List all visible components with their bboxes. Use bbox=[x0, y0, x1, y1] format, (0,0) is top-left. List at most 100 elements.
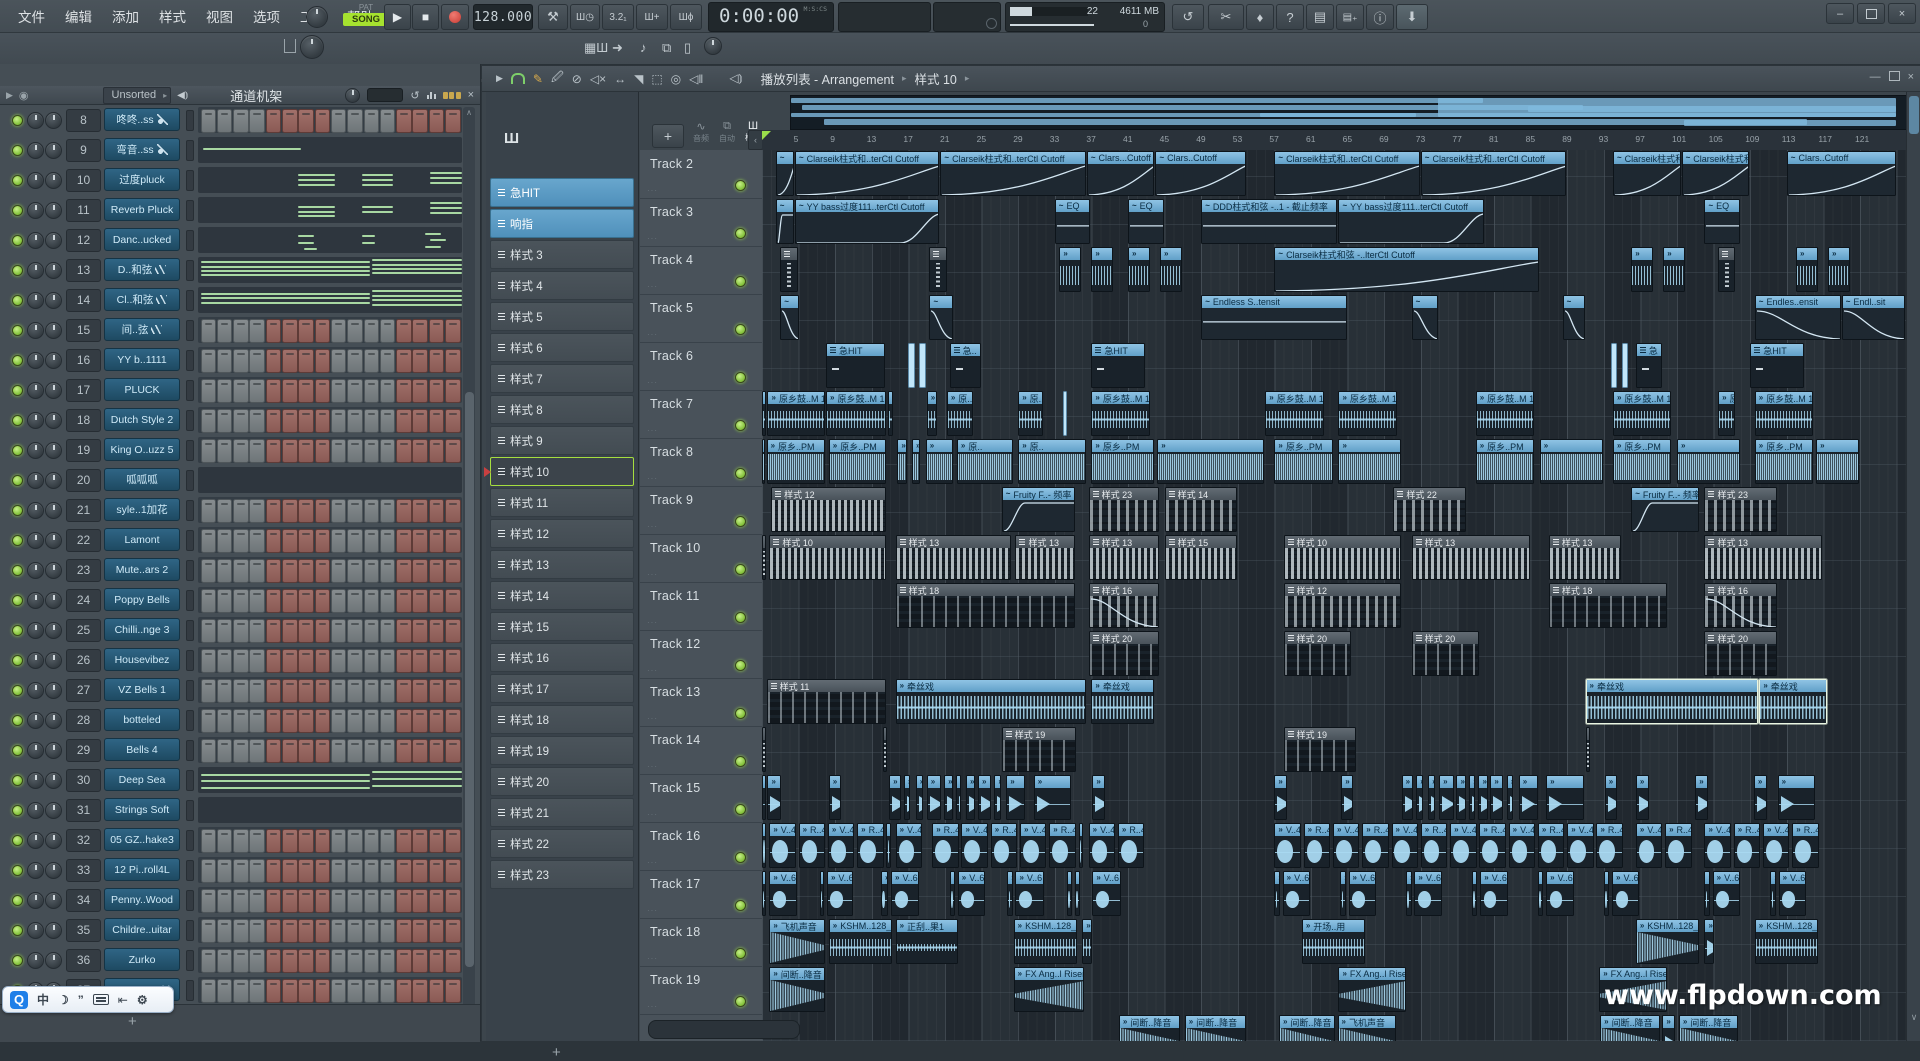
pattern-list-item[interactable]: 样式 6 bbox=[490, 333, 634, 362]
step-cell[interactable] bbox=[249, 439, 265, 463]
step-cell[interactable] bbox=[217, 409, 233, 433]
playlist-clip[interactable]: » bbox=[1067, 871, 1072, 916]
step-cell[interactable] bbox=[364, 619, 380, 643]
playlist-clip[interactable]: » bbox=[1770, 871, 1775, 916]
step-cell[interactable] bbox=[396, 829, 412, 853]
step-cell[interactable] bbox=[429, 709, 445, 733]
step-cell[interactable] bbox=[380, 619, 396, 643]
step-cell[interactable] bbox=[412, 889, 428, 913]
playlist-clip[interactable]: »V..4 bbox=[1089, 823, 1115, 868]
rack-play-icon[interactable]: ▶ bbox=[6, 90, 13, 101]
channel-mute-led[interactable] bbox=[12, 445, 23, 456]
render-icon[interactable]: ▤₊ bbox=[1336, 4, 1364, 30]
step-sequencer-area[interactable] bbox=[198, 977, 462, 1003]
channel-pan-knob[interactable] bbox=[27, 712, 44, 729]
channel-pan-knob[interactable] bbox=[27, 172, 44, 189]
step-cell[interactable] bbox=[331, 409, 347, 433]
rack-scrollbar[interactable]: ∧ bbox=[463, 107, 475, 1040]
track-options-dots[interactable]: ··· bbox=[647, 330, 658, 339]
step-cell[interactable] bbox=[331, 349, 347, 373]
ime-logo[interactable]: Q bbox=[10, 991, 28, 1009]
playlist-clip[interactable]: »V..4 bbox=[1020, 823, 1046, 868]
playlist-clip[interactable] bbox=[919, 343, 925, 388]
channel-pan-knob[interactable] bbox=[27, 802, 44, 819]
playlist-clip[interactable]: »R..4 bbox=[1665, 823, 1691, 868]
step-cell[interactable] bbox=[412, 619, 428, 643]
channel-mute-led[interactable] bbox=[12, 895, 23, 906]
step-cell[interactable] bbox=[331, 439, 347, 463]
step-sequencer-area[interactable] bbox=[198, 257, 462, 283]
playlist-clip[interactable]: »R..4 bbox=[1118, 823, 1144, 868]
step-cell[interactable] bbox=[429, 589, 445, 613]
track-options-dots[interactable]: ··· bbox=[647, 1002, 658, 1011]
step-cell[interactable] bbox=[266, 379, 282, 403]
track-header[interactable]: Track 3··· bbox=[640, 198, 762, 247]
step-cell[interactable] bbox=[396, 439, 412, 463]
step-cell[interactable] bbox=[266, 829, 282, 853]
channel-button[interactable]: 弯音..ss bbox=[104, 138, 180, 161]
channel-number[interactable]: 23 bbox=[66, 559, 101, 582]
playlist-clip[interactable]: » bbox=[1816, 439, 1859, 484]
ime-settings-icon[interactable]: ⚙ bbox=[137, 993, 148, 1007]
step-cell[interactable] bbox=[298, 349, 314, 373]
step-cell[interactable] bbox=[282, 109, 298, 133]
step-cell[interactable] bbox=[445, 889, 461, 913]
step-sequencer-area[interactable] bbox=[198, 227, 462, 253]
channel-pan-knob[interactable] bbox=[27, 622, 44, 639]
playlist-clip[interactable]: »间断..降音 bbox=[1185, 1015, 1246, 1041]
channel-volume-knob[interactable] bbox=[45, 172, 62, 189]
step-cell[interactable] bbox=[249, 379, 265, 403]
channel-mute-led[interactable] bbox=[12, 325, 23, 336]
step-cell[interactable] bbox=[298, 589, 314, 613]
step-cell[interactable] bbox=[429, 889, 445, 913]
step-cell[interactable] bbox=[364, 949, 380, 973]
playlist-clip[interactable]: »原乡鼓..M 1 bbox=[826, 391, 886, 436]
playlist-clip[interactable]: 急HIT bbox=[826, 343, 885, 388]
step-cell[interactable] bbox=[266, 979, 282, 1003]
playlist-clip[interactable]: 样式 18 bbox=[896, 583, 1075, 628]
channel-mute-led[interactable] bbox=[12, 715, 23, 726]
playlist-clip[interactable]: » bbox=[1006, 775, 1025, 820]
preset-selector[interactable]: Unsorted bbox=[103, 87, 172, 104]
step-cell[interactable] bbox=[233, 709, 249, 733]
step-cell[interactable] bbox=[396, 619, 412, 643]
step-cell[interactable] bbox=[315, 979, 331, 1003]
playlist-clip[interactable]: ~Clars...Cutoff bbox=[1087, 151, 1155, 196]
step-cell[interactable] bbox=[347, 319, 363, 343]
channel-pan-knob[interactable] bbox=[27, 592, 44, 609]
channel-pan-knob[interactable] bbox=[27, 382, 44, 399]
step-cell[interactable] bbox=[233, 439, 249, 463]
playlist-clip[interactable]: »原乡..PM bbox=[1613, 439, 1671, 484]
step-cell[interactable] bbox=[364, 589, 380, 613]
step-cell[interactable] bbox=[217, 589, 233, 613]
step-cell[interactable] bbox=[412, 379, 428, 403]
step-sequencer-area[interactable] bbox=[198, 917, 462, 943]
step-cell[interactable] bbox=[364, 889, 380, 913]
playlist-clip[interactable]: 样式 13 bbox=[896, 535, 1011, 580]
step-cell[interactable] bbox=[249, 499, 265, 523]
channel-volume-knob[interactable] bbox=[45, 952, 62, 969]
playlist-clip[interactable]: »V..6 bbox=[769, 871, 796, 916]
window-close-button[interactable]: × bbox=[1888, 3, 1916, 24]
step-cell[interactable] bbox=[233, 559, 249, 583]
playlist-clip[interactable]: » bbox=[1605, 775, 1618, 820]
step-cell[interactable] bbox=[331, 679, 347, 703]
playlist-clip[interactable]: »牵丝戏 bbox=[1091, 679, 1154, 724]
channel-pan-knob[interactable] bbox=[27, 562, 44, 579]
menu-item[interactable]: 视图 bbox=[196, 6, 243, 26]
channel-mute-led[interactable] bbox=[12, 625, 23, 636]
time-display[interactable]: 0:00:00 M:S:CS bbox=[708, 2, 834, 32]
step-cell[interactable] bbox=[282, 829, 298, 853]
step-sequencer-area[interactable] bbox=[198, 617, 462, 643]
track-header[interactable]: Track 9··· bbox=[640, 486, 762, 535]
step-cell[interactable] bbox=[201, 349, 217, 373]
step-cell[interactable] bbox=[282, 349, 298, 373]
step-cell[interactable] bbox=[282, 679, 298, 703]
step-cell[interactable] bbox=[347, 109, 363, 133]
step-cell[interactable] bbox=[298, 649, 314, 673]
step-cell[interactable] bbox=[364, 739, 380, 763]
step-cell[interactable] bbox=[282, 589, 298, 613]
channel-number[interactable]: 25 bbox=[66, 619, 101, 642]
step-cell[interactable] bbox=[380, 859, 396, 883]
step-cell[interactable] bbox=[315, 829, 331, 853]
